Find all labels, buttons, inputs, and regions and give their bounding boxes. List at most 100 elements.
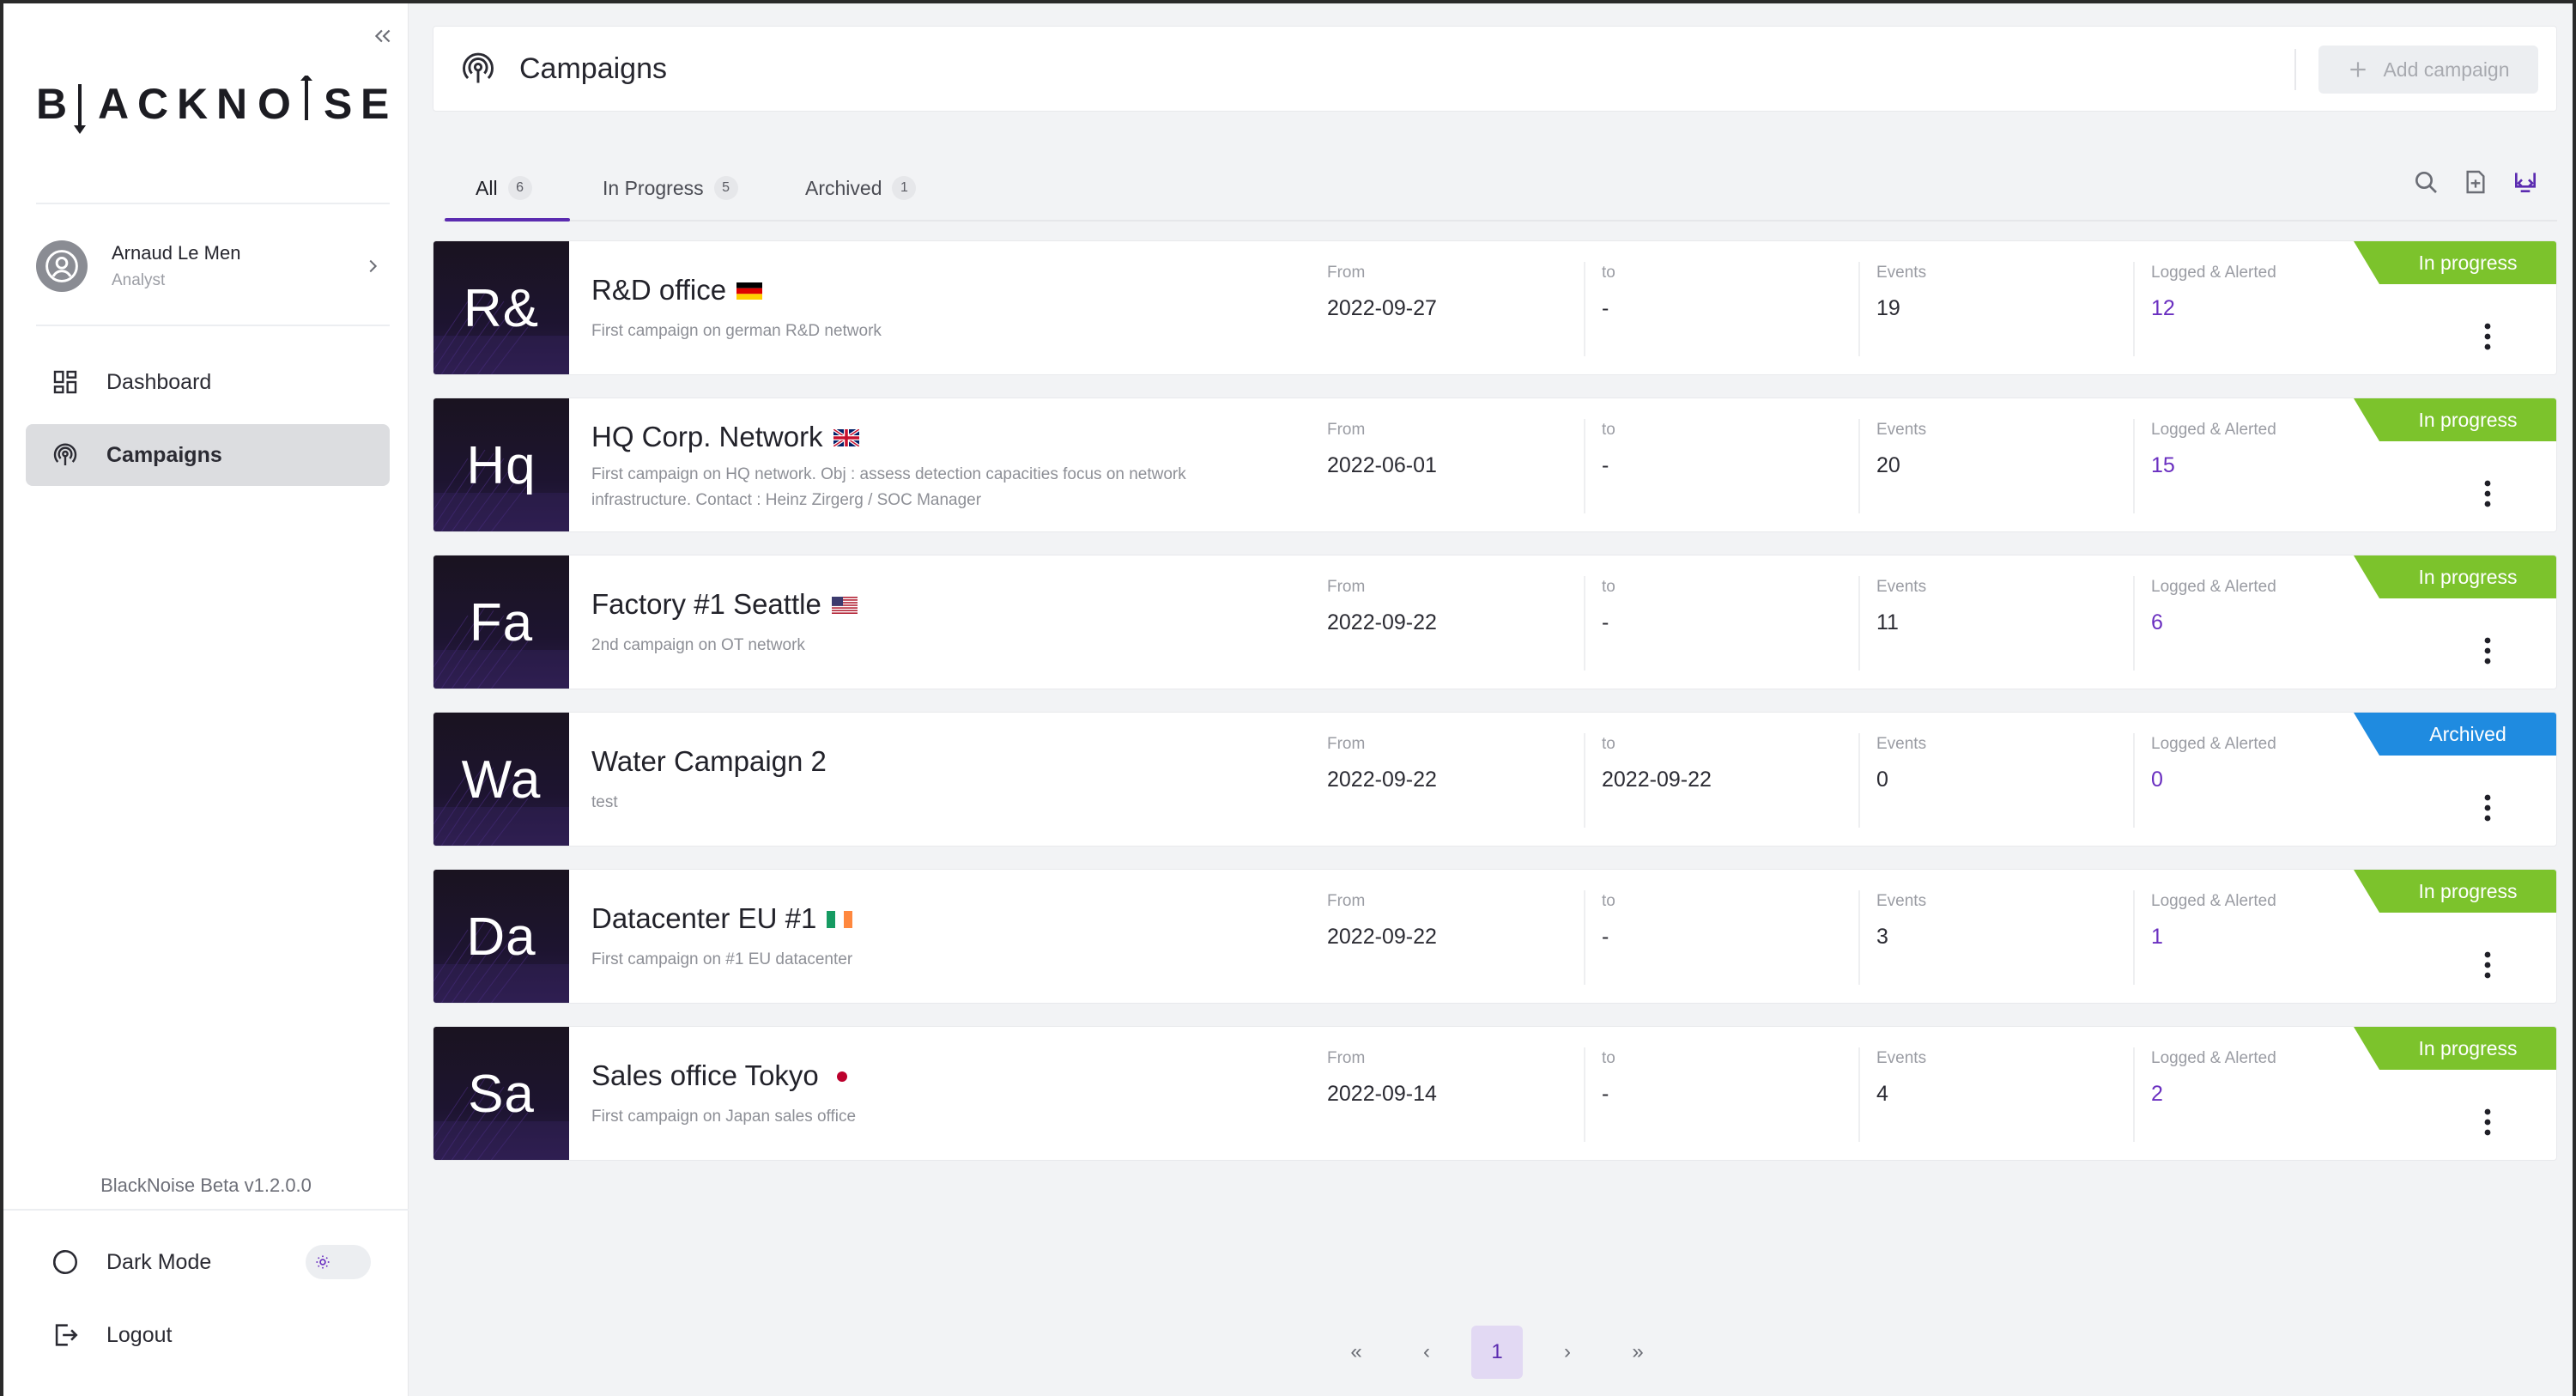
tab-archived[interactable]: Archived 1 xyxy=(805,155,917,222)
logged-alerted-count[interactable]: 2 xyxy=(2151,1082,2276,1107)
events-field: Events 11 xyxy=(1876,578,1926,635)
more-options-button[interactable] xyxy=(2470,786,2505,829)
to-field: to - xyxy=(1602,421,1615,478)
nav-item-campaigns[interactable]: Campaigns xyxy=(26,424,390,486)
export-button[interactable] xyxy=(2457,163,2494,201)
search-button[interactable] xyxy=(2407,163,2445,201)
user-icon xyxy=(45,250,78,282)
events-label: Events xyxy=(1876,735,1927,753)
campaign-title-row[interactable]: HQ Corp. Network xyxy=(591,421,860,453)
campaign-description: First campaign on #1 EU datacenter xyxy=(591,950,853,968)
logged-alerted-count[interactable]: 0 xyxy=(2151,768,2276,792)
logged-alerted-count[interactable]: 6 xyxy=(2151,610,2276,635)
user-profile[interactable]: Arnaud Le Men Analyst xyxy=(36,228,390,304)
campaign-card[interactable]: Wa Water Campaign 2 test From 2022-09-22… xyxy=(433,712,2557,847)
campaign-card[interactable]: R& R&D office First campaign on german R… xyxy=(433,240,2557,375)
events-field: Events 4 xyxy=(1876,1049,1926,1107)
header-divider xyxy=(2294,49,2296,90)
previous-page-button[interactable]: ‹ xyxy=(1401,1326,1452,1379)
page-1-button[interactable]: 1 xyxy=(1471,1326,1523,1379)
status-badge-corner xyxy=(2354,398,2379,441)
logged-alerted-label: Logged & Alerted xyxy=(2151,735,2276,753)
to-date: - xyxy=(1602,610,1609,634)
dark-mode-toggle[interactable] xyxy=(306,1245,371,1279)
logged-alerted-label: Logged & Alerted xyxy=(2151,892,2276,910)
vertical-dots-icon xyxy=(2484,794,2491,822)
search-icon xyxy=(2415,172,2437,193)
events-label: Events xyxy=(1876,1049,1927,1067)
first-page-button[interactable]: « xyxy=(1330,1326,1382,1379)
to-field: to - xyxy=(1602,892,1615,950)
more-options-button[interactable] xyxy=(2470,1101,2505,1144)
more-options-button[interactable] xyxy=(2470,944,2505,986)
campaign-card[interactable]: Fa Factory #1 Seattle 2nd campaign on OT… xyxy=(433,555,2557,689)
logged-alerted-label: Logged & Alerted xyxy=(2151,578,2276,596)
to-label: to xyxy=(1602,1049,1615,1067)
campaign-initials: Hq xyxy=(466,436,536,495)
campaign-description: First campaign on HQ network. Obj : asse… xyxy=(591,465,1186,509)
campaign-title-row[interactable]: Datacenter EU #1 xyxy=(591,902,853,935)
to-date: - xyxy=(1602,453,1609,477)
logged-alerted-field: Logged & Alerted 15 xyxy=(2151,421,2276,478)
tab-all[interactable]: All 6 xyxy=(476,155,532,222)
vertical-dots-icon xyxy=(2484,1108,2491,1136)
sidebar-divider xyxy=(36,203,390,204)
nav-item-dashboard[interactable]: Dashboard xyxy=(26,351,390,413)
logged-alerted-count[interactable]: 15 xyxy=(2151,453,2276,478)
more-options-button[interactable] xyxy=(2470,629,2505,672)
campaign-initials: R& xyxy=(463,279,540,338)
add-campaign-button[interactable]: Add campaign xyxy=(2318,46,2538,94)
to-label: to xyxy=(1602,264,1615,282)
tab-count-badge: 1 xyxy=(892,176,917,200)
campaign-thumbnail: Fa xyxy=(433,555,569,689)
column-divider xyxy=(1584,890,1585,985)
more-options-button[interactable] xyxy=(2470,315,2505,358)
campaign-title-row[interactable]: Water Campaign 2 xyxy=(591,745,827,778)
campaign-card[interactable]: Sa Sales office Tokyo First campaign on … xyxy=(433,1026,2557,1161)
column-divider xyxy=(1584,419,1585,513)
from-label: From xyxy=(1327,892,1366,910)
toggle-view-button[interactable] xyxy=(2506,163,2544,201)
column-divider xyxy=(2133,733,2135,828)
events-count: 3 xyxy=(1876,925,1888,949)
avatar xyxy=(36,240,88,292)
from-date: 2022-06-01 xyxy=(1327,453,1437,477)
events-count: 19 xyxy=(1876,296,1900,320)
events-label: Events xyxy=(1876,421,1927,439)
export-file-icon xyxy=(2466,170,2485,194)
tab-in-progress[interactable]: In Progress 5 xyxy=(603,155,738,222)
to-date: 2022-09-22 xyxy=(1602,768,1712,792)
from-date: 2022-09-27 xyxy=(1327,296,1437,320)
campaign-title-row[interactable]: Factory #1 Seattle xyxy=(591,588,858,621)
campaign-card[interactable]: Hq HQ Corp. Network First campaign on HQ… xyxy=(433,398,2557,532)
logged-alerted-count[interactable]: 12 xyxy=(2151,296,2276,321)
column-divider xyxy=(1584,733,1585,828)
column-divider xyxy=(1858,733,1860,828)
nav-label-campaigns: Campaigns xyxy=(106,442,222,467)
logged-alerted-label: Logged & Alerted xyxy=(2151,421,2276,439)
next-page-button[interactable]: › xyxy=(1542,1326,1593,1379)
more-options-button[interactable] xyxy=(2470,472,2505,515)
status-badge: In progress xyxy=(2354,555,2556,598)
column-divider xyxy=(2133,890,2135,985)
collapse-sidebar-button[interactable] xyxy=(366,19,400,53)
campaign-card[interactable]: Da Datacenter EU #1 First campaign on #1… xyxy=(433,869,2557,1004)
status-badge-corner xyxy=(2354,870,2379,913)
campaign-title-row[interactable]: R&D office xyxy=(591,274,763,307)
column-divider xyxy=(1858,419,1860,513)
logout-button[interactable]: Logout xyxy=(50,1309,390,1361)
logged-alerted-count[interactable]: 1 xyxy=(2151,925,2276,950)
campaign-title-row[interactable]: Sales office Tokyo xyxy=(591,1059,855,1092)
campaign-thumbnail: Da xyxy=(433,870,569,1003)
germany-flag-icon xyxy=(736,274,763,307)
usa-flag-icon xyxy=(831,588,858,621)
vertical-dots-icon xyxy=(2484,323,2491,350)
campaign-initials: Wa xyxy=(461,750,542,810)
from-label: From xyxy=(1327,578,1366,596)
pagination: « ‹ 1 › » xyxy=(1330,1326,1674,1379)
last-page-button[interactable]: » xyxy=(1612,1326,1664,1379)
to-date: - xyxy=(1602,296,1609,320)
column-divider xyxy=(1858,262,1860,356)
double-chevron-left-icon xyxy=(374,29,391,43)
svg-text:K: K xyxy=(177,80,208,128)
